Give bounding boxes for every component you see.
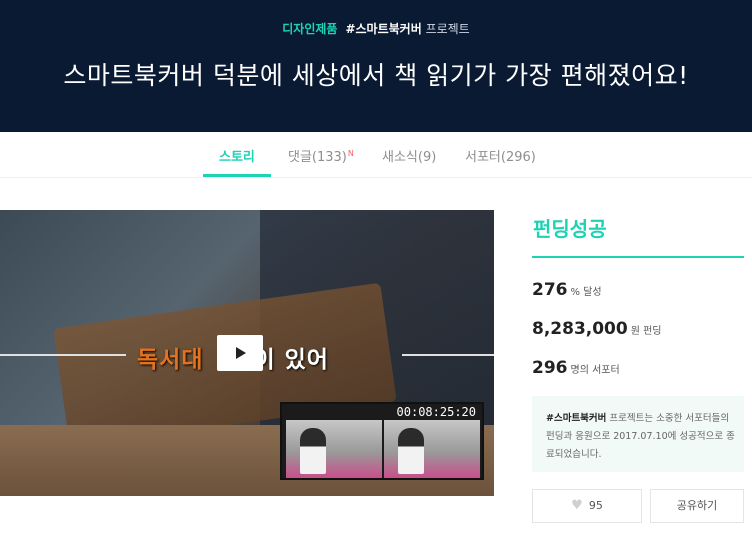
like-button[interactable]: ♥ 95 xyxy=(532,489,642,523)
supporter-count: 296 명의 서포터 xyxy=(532,358,620,378)
active-tab-indicator xyxy=(203,174,271,177)
banner-categories: 디자인제품 #스마트북커버 프로젝트 xyxy=(0,20,752,37)
like-count: 95 xyxy=(588,499,603,512)
caption-line-left xyxy=(0,354,126,356)
funded-amount-value: 8,283,000 xyxy=(532,319,628,339)
achievement-rate-unit: % 달성 xyxy=(570,287,602,298)
tab-supporters[interactable]: 서포터(296) xyxy=(465,146,536,165)
funded-amount: 8,283,000 원 펀딩 xyxy=(532,319,662,339)
funding-status: 펀딩성공 xyxy=(533,217,607,241)
thumbnail-frame-2 xyxy=(384,420,480,478)
thumbnail-person xyxy=(398,428,424,474)
heart-icon: ♥ xyxy=(571,498,583,513)
tab-news[interactable]: 새소식(9) xyxy=(382,146,436,165)
supporter-count-value: 296 xyxy=(532,358,568,378)
video-caption-left: 독서대 xyxy=(137,347,204,373)
achievement-rate-value: 276 xyxy=(532,280,568,300)
share-button[interactable]: 공유하기 xyxy=(650,489,744,523)
project-tag-suffix: 프로젝트 xyxy=(421,22,470,36)
success-notice: #스마트북커버 프로젝트는 소중한 서포터들의 펀딩과 응원으로 2017.07… xyxy=(532,396,744,472)
notice-tag: #스마트북커버 xyxy=(546,413,607,424)
tab-story[interactable]: 스토리 xyxy=(219,146,255,165)
video-caption-right: 이 있어 xyxy=(253,347,329,373)
funded-amount-unit: 원 펀딩 xyxy=(630,326,662,337)
thumbnail-person xyxy=(300,428,326,474)
thumbnail-frame-1 xyxy=(286,420,382,478)
tab-comments[interactable]: 댓글(133)N xyxy=(288,146,354,165)
video-thumbnail-preview: 00:08:25:20 xyxy=(280,402,484,480)
play-icon xyxy=(236,347,246,359)
project-tabs: 스토리 댓글(133)N 새소식(9) 서포터(296) xyxy=(0,132,752,178)
caption-line-right xyxy=(402,354,494,356)
achievement-rate: 276% 달성 xyxy=(532,280,602,300)
page-title: 스마트북커버 덕분에 세상에서 책 읽기가 가장 편해졌어요! xyxy=(63,61,689,90)
status-divider xyxy=(532,256,744,258)
play-button[interactable] xyxy=(217,335,263,371)
tab-comments-label: 댓글(133) xyxy=(288,150,347,165)
category-link[interactable]: 디자인제품 xyxy=(282,22,337,36)
video-timestamp: 00:08:25:20 xyxy=(396,405,476,419)
new-badge: N xyxy=(347,148,354,158)
project-tag[interactable]: #스마트북커버 xyxy=(345,22,421,36)
supporter-count-unit: 명의 서포터 xyxy=(570,365,620,376)
project-banner: 디자인제품 #스마트북커버 프로젝트 스마트북커버 덕분에 세상에서 책 읽기가 … xyxy=(0,0,752,132)
